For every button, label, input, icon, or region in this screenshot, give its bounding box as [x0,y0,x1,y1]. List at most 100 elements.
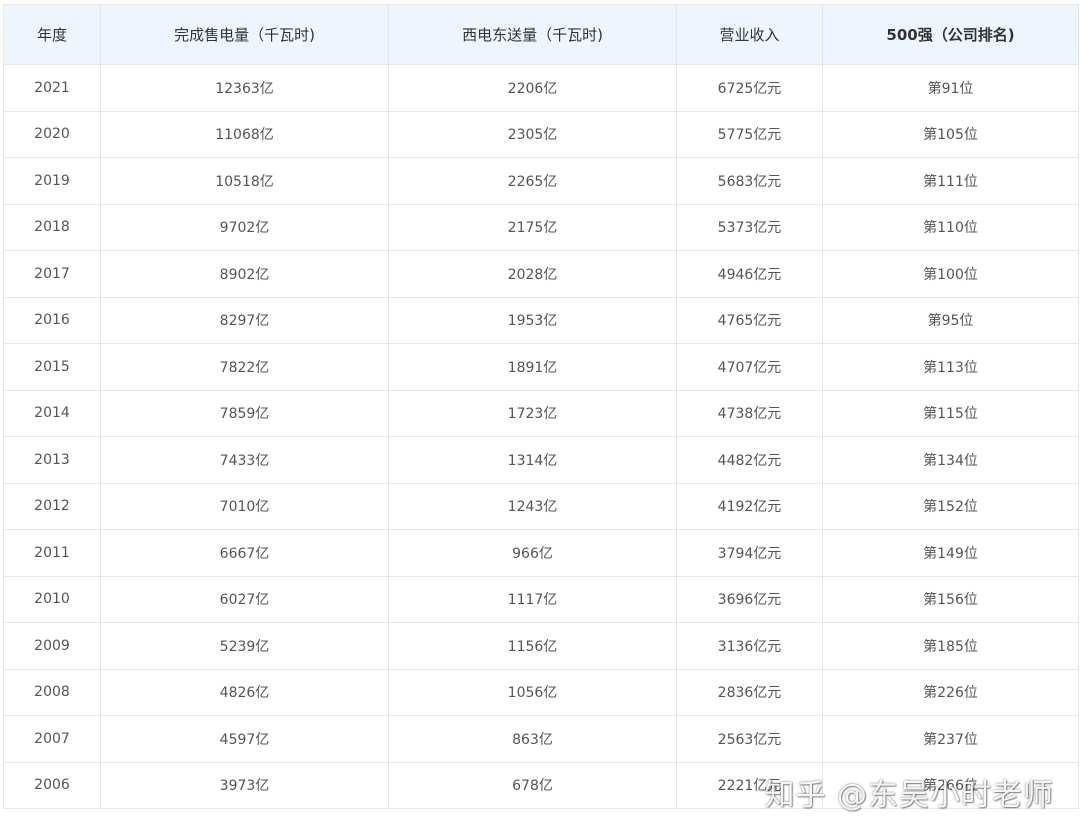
cell-revenue: 3696亿元 [676,575,823,623]
table-row: 2021 12363亿 2206亿 6725亿元 第91位 [3,64,1079,112]
cell-fortune500-rank: 第226位 [822,668,1079,716]
header-row: 年度 完成售电量（千瓦时) 西电东送量（千瓦时) 营业收入 500强（公司排名) [3,4,1079,65]
cell-west-east-transmission: 1314亿 [388,436,677,484]
watermark: 知乎 @东吴小时老师 [764,778,1054,813]
cell-electricity-sold: 3973亿 [100,761,389,809]
data-table: 年度 完成售电量（千瓦时) 西电东送量（千瓦时) 营业收入 500强（公司排名)… [3,4,1079,809]
cell-fortune500-rank: 第152位 [822,482,1079,530]
table-row: 2016 8297亿 1953亿 4765亿元 第95位 [3,296,1079,344]
cell-electricity-sold: 12363亿 [100,64,389,112]
table-row: 2014 7859亿 1723亿 4738亿元 第115位 [3,389,1079,437]
table-row: 2017 8902亿 2028亿 4946亿元 第100位 [3,250,1079,298]
cell-fortune500-rank: 第156位 [822,575,1079,623]
cell-year: 2013 [3,436,101,484]
cell-year: 2006 [3,761,101,809]
cell-electricity-sold: 8297亿 [100,296,389,344]
cell-year: 2018 [3,203,101,251]
cell-west-east-transmission: 1117亿 [388,575,677,623]
header-west-east-transmission: 西电东送量（千瓦时) [388,4,677,65]
table-row: 2009 5239亿 1156亿 3136亿元 第185位 [3,622,1079,670]
cell-electricity-sold: 5239亿 [100,622,389,670]
cell-fortune500-rank: 第113位 [822,343,1079,391]
cell-electricity-sold: 10518亿 [100,157,389,205]
cell-west-east-transmission: 678亿 [388,761,677,809]
cell-year: 2020 [3,110,101,158]
cell-revenue: 5683亿元 [676,157,823,205]
cell-west-east-transmission: 2305亿 [388,110,677,158]
cell-revenue: 3794亿元 [676,529,823,577]
cell-west-east-transmission: 2175亿 [388,203,677,251]
cell-year: 2011 [3,529,101,577]
cell-fortune500-rank: 第100位 [822,250,1079,298]
cell-west-east-transmission: 1056亿 [388,668,677,716]
table-row: 2018 9702亿 2175亿 5373亿元 第110位 [3,203,1079,251]
cell-year: 2007 [3,715,101,763]
cell-electricity-sold: 6027亿 [100,575,389,623]
cell-west-east-transmission: 2206亿 [388,64,677,112]
table-row: 2008 4826亿 1056亿 2836亿元 第226位 [3,668,1079,716]
cell-year: 2015 [3,343,101,391]
cell-electricity-sold: 9702亿 [100,203,389,251]
cell-fortune500-rank: 第110位 [822,203,1079,251]
cell-fortune500-rank: 第105位 [822,110,1079,158]
header-fortune500-rank: 500强（公司排名) [822,4,1079,65]
cell-electricity-sold: 7433亿 [100,436,389,484]
table-header: 年度 完成售电量（千瓦时) 西电东送量（千瓦时) 营业收入 500强（公司排名) [3,4,1079,65]
cell-revenue: 4738亿元 [676,389,823,437]
cell-revenue: 2836亿元 [676,668,823,716]
cell-revenue: 4707亿元 [676,343,823,391]
cell-west-east-transmission: 863亿 [388,715,677,763]
cell-fortune500-rank: 第91位 [822,64,1079,112]
cell-year: 2016 [3,296,101,344]
header-revenue: 营业收入 [676,4,823,65]
table-body: 2021 12363亿 2206亿 6725亿元 第91位 2020 11068亿 2305亿… [3,64,1079,809]
cell-fortune500-rank: 第115位 [822,389,1079,437]
cell-electricity-sold: 11068亿 [100,110,389,158]
cell-year: 2010 [3,575,101,623]
cell-electricity-sold: 6667亿 [100,529,389,577]
table-row: 2007 4597亿 863亿 2563亿元 第237位 [3,715,1079,763]
cell-west-east-transmission: 1156亿 [388,622,677,670]
cell-year: 2009 [3,622,101,670]
cell-revenue: 5775亿元 [676,110,823,158]
cell-year: 2017 [3,250,101,298]
table-row: 2015 7822亿 1891亿 4707亿元 第113位 [3,343,1079,391]
cell-revenue: 4946亿元 [676,250,823,298]
cell-west-east-transmission: 966亿 [388,529,677,577]
cell-west-east-transmission: 1891亿 [388,343,677,391]
cell-fortune500-rank: 第111位 [822,157,1079,205]
cell-revenue: 4765亿元 [676,296,823,344]
cell-electricity-sold: 8902亿 [100,250,389,298]
cell-fortune500-rank: 第95位 [822,296,1079,344]
cell-revenue: 3136亿元 [676,622,823,670]
cell-revenue: 6725亿元 [676,64,823,112]
cell-fortune500-rank: 第134位 [822,436,1079,484]
cell-fortune500-rank: 第185位 [822,622,1079,670]
cell-revenue: 2563亿元 [676,715,823,763]
cell-year: 2019 [3,157,101,205]
table-row: 2013 7433亿 1314亿 4482亿元 第134位 [3,436,1079,484]
cell-fortune500-rank: 第149位 [822,529,1079,577]
cell-year: 2021 [3,64,101,112]
header-electricity-sold: 完成售电量（千瓦时) [100,4,389,65]
cell-west-east-transmission: 2265亿 [388,157,677,205]
cell-electricity-sold: 7822亿 [100,343,389,391]
table-row: 2019 10518亿 2265亿 5683亿元 第111位 [3,157,1079,205]
cell-electricity-sold: 7859亿 [100,389,389,437]
cell-west-east-transmission: 1723亿 [388,389,677,437]
cell-year: 2014 [3,389,101,437]
cell-west-east-transmission: 1953亿 [388,296,677,344]
cell-year: 2008 [3,668,101,716]
table-row: 2010 6027亿 1117亿 3696亿元 第156位 [3,575,1079,623]
cell-revenue: 4192亿元 [676,482,823,530]
cell-fortune500-rank: 第237位 [822,715,1079,763]
cell-revenue: 4482亿元 [676,436,823,484]
cell-electricity-sold: 4826亿 [100,668,389,716]
cell-west-east-transmission: 2028亿 [388,250,677,298]
table-row: 2020 11068亿 2305亿 5775亿元 第105位 [3,110,1079,158]
cell-revenue: 5373亿元 [676,203,823,251]
cell-electricity-sold: 4597亿 [100,715,389,763]
table-row: 2011 6667亿 966亿 3794亿元 第149位 [3,529,1079,577]
header-year: 年度 [3,4,101,65]
cell-electricity-sold: 7010亿 [100,482,389,530]
